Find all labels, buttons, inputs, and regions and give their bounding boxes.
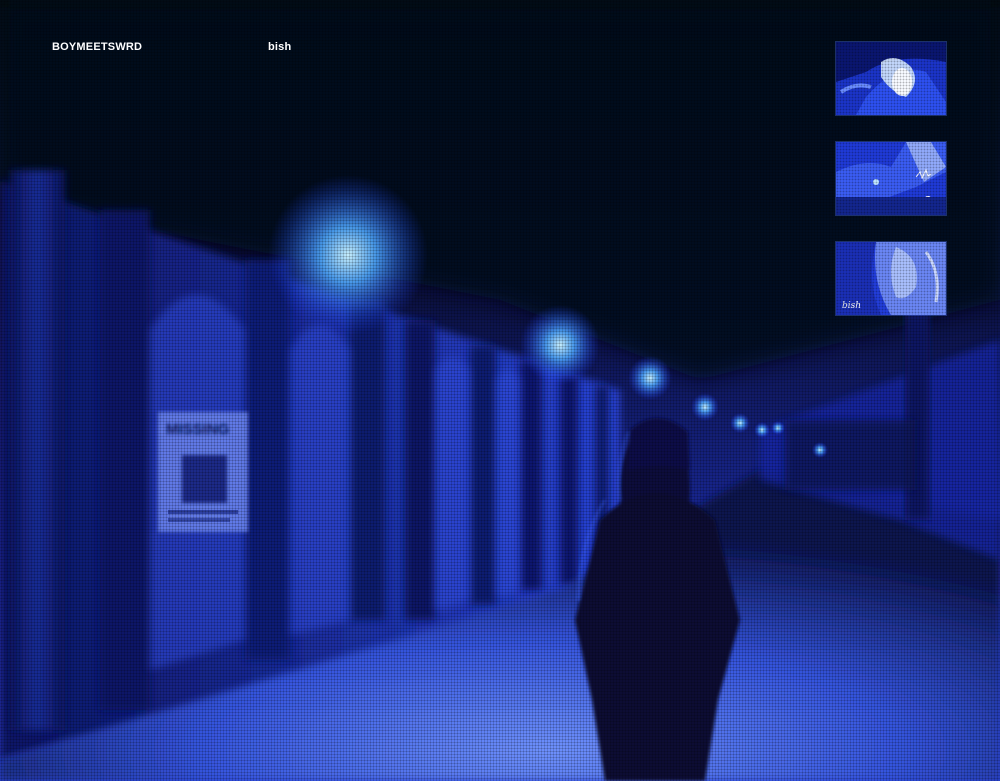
night-corridor-scene: MISSING <box>0 0 1000 781</box>
background-photo: MISSING <box>0 0 1000 781</box>
missing-poster: MISSING <box>158 412 248 532</box>
hand-image <box>836 42 946 115</box>
title-label: bish <box>268 41 292 53</box>
brand-label[interactable]: BOYMEETSWRD <box>52 41 142 53</box>
poster-heading: MISSING <box>166 421 229 438</box>
signature-caption: bish <box>842 301 861 311</box>
scribble-image <box>836 142 946 215</box>
thumbnail-signature[interactable]: bish <box>835 241 947 316</box>
signature-image: bish <box>836 242 946 315</box>
thumbnail-hand[interactable] <box>835 41 947 116</box>
thumbnail-scribble[interactable] <box>835 141 947 216</box>
